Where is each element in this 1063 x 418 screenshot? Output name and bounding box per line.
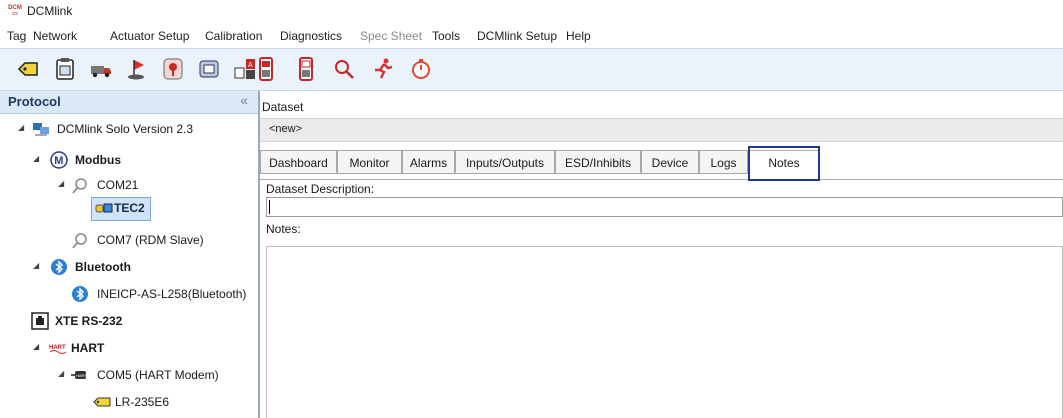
hart-modem-icon: HART bbox=[71, 366, 89, 384]
bluetooth-icon bbox=[71, 285, 89, 303]
protocol-header: Protocol « bbox=[0, 91, 258, 114]
protocol-title: Protocol bbox=[8, 94, 61, 109]
expand-arrow-icon[interactable]: ◢ bbox=[33, 154, 39, 163]
tab-logs[interactable]: Logs bbox=[699, 150, 748, 174]
rs232-icon bbox=[31, 312, 49, 330]
menu-dcmlink-setup[interactable]: DCMlink Setup bbox=[477, 29, 557, 43]
dataset-pane: Dataset <new> Dashboard Monitor Alarms I… bbox=[260, 91, 1063, 418]
menu-help[interactable]: Help bbox=[566, 29, 591, 43]
map-pin-icon[interactable] bbox=[160, 56, 186, 82]
expand-arrow-icon[interactable]: ◢ bbox=[58, 179, 64, 188]
menu-diagnostics[interactable]: Diagnostics bbox=[280, 29, 342, 43]
flag-icon[interactable] bbox=[124, 56, 150, 82]
running-man-icon[interactable] bbox=[370, 56, 396, 82]
toolbar: A bbox=[0, 48, 1063, 91]
serial-port-icon bbox=[71, 231, 89, 249]
tag-icon[interactable] bbox=[15, 56, 41, 82]
red-meter-outline-icon[interactable] bbox=[293, 56, 319, 82]
tree-label: COM5 (HART Modem) bbox=[97, 368, 219, 382]
notes-label: Notes: bbox=[266, 222, 301, 236]
tree-label: INEICP-AS-L258(Bluetooth) bbox=[97, 287, 247, 301]
truck-icon[interactable] bbox=[88, 56, 114, 82]
serial-port-icon bbox=[71, 176, 89, 194]
tree-label: Modbus bbox=[75, 153, 121, 167]
title-bar: DCM ▭ DCMlink bbox=[0, 0, 1063, 22]
window-title: DCMlink bbox=[27, 4, 73, 18]
notes-textarea[interactable] bbox=[266, 246, 1063, 418]
dataset-label: Dataset bbox=[262, 100, 304, 114]
expand-arrow-icon[interactable]: ◢ bbox=[58, 369, 64, 378]
clipboard-icon[interactable] bbox=[52, 56, 78, 82]
red-meter-icon[interactable] bbox=[253, 56, 279, 82]
hart-modem-icon-text: HART bbox=[76, 373, 87, 378]
app-logo-text: DCM bbox=[8, 5, 22, 11]
expand-arrow-icon[interactable]: ◢ bbox=[18, 123, 24, 132]
tec-device-icon bbox=[95, 199, 113, 217]
tab-strip: Dashboard Monitor Alarms Inputs/Outputs … bbox=[260, 144, 1063, 180]
magnifier-icon[interactable] bbox=[331, 56, 357, 82]
expand-arrow-icon[interactable]: ◢ bbox=[33, 261, 39, 270]
network-computer-icon bbox=[32, 120, 50, 138]
tree-label: DCMlink Solo Version 2.3 bbox=[57, 122, 194, 136]
menu-calibration[interactable]: Calibration bbox=[205, 29, 262, 43]
menu-tag[interactable]: Tag bbox=[7, 29, 26, 43]
svg-text:M: M bbox=[54, 155, 63, 167]
tab-device[interactable]: Device bbox=[641, 150, 699, 174]
tree-label: Bluetooth bbox=[75, 260, 131, 274]
device-icon[interactable] bbox=[196, 56, 222, 82]
tree-label: LR-235E6 bbox=[115, 395, 170, 409]
tree-label: TEC2 bbox=[114, 201, 145, 215]
menu-network[interactable]: Network bbox=[33, 29, 77, 43]
tab-esd-inhibits[interactable]: ESD/Inhibits bbox=[555, 150, 641, 174]
notes-tab-highlight bbox=[748, 146, 820, 181]
hart-icon: HART bbox=[49, 339, 67, 357]
menu-spec-sheet: Spec Sheet bbox=[360, 29, 423, 43]
tab-monitor[interactable]: Monitor bbox=[337, 150, 402, 174]
tree-label: HART bbox=[71, 341, 105, 355]
tab-dashboard[interactable]: Dashboard bbox=[260, 150, 337, 174]
protocol-pane: Protocol « ◢ DCMlink Solo Version 2.3 ◢ … bbox=[0, 91, 260, 418]
dataset-current: <new> bbox=[269, 123, 303, 135]
menu-bar: Tag Network Actuator Setup Calibration D… bbox=[0, 26, 1063, 46]
collapse-pane-icon[interactable]: « bbox=[240, 92, 248, 108]
menu-actuator-setup[interactable]: Actuator Setup bbox=[110, 29, 189, 43]
text-caret bbox=[269, 200, 270, 214]
tab-alarms[interactable]: Alarms bbox=[402, 150, 455, 174]
bluetooth-icon bbox=[50, 258, 68, 276]
tree-label: XTE RS-232 bbox=[55, 314, 123, 328]
dataset-description-field[interactable] bbox=[266, 197, 1063, 217]
hart-icon-text: HART bbox=[49, 345, 66, 351]
stopwatch-icon[interactable] bbox=[408, 56, 434, 82]
app-logo-icon: DCM ▭ bbox=[8, 5, 22, 17]
tree-label: COM21 bbox=[97, 178, 139, 192]
tag-icon bbox=[93, 393, 111, 411]
expand-arrow-icon[interactable]: ◢ bbox=[33, 342, 39, 351]
tree-label: COM7 (RDM Slave) bbox=[97, 233, 204, 247]
tab-inputs-outputs[interactable]: Inputs/Outputs bbox=[455, 150, 555, 174]
tab-divider bbox=[260, 179, 1063, 180]
modbus-m-icon: M bbox=[50, 151, 68, 169]
dataset-description-label: Dataset Description: bbox=[266, 182, 375, 196]
dataset-selector[interactable]: <new> bbox=[260, 118, 1063, 142]
menu-tools[interactable]: Tools bbox=[432, 29, 460, 43]
